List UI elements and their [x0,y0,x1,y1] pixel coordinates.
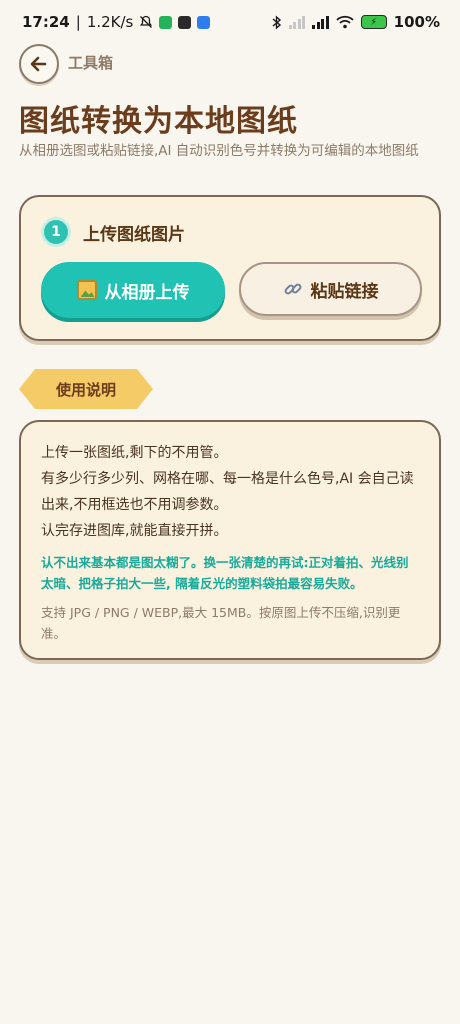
upload-card: 1 上传图纸图片 从相册上传 粘贴链接 [19,195,441,341]
paste-link-button[interactable]: 粘贴链接 [239,262,422,316]
step-label: 上传图纸图片 [83,224,185,245]
bluetooth-icon [272,14,281,30]
instructions-ribbon: 使用说明 [19,369,153,409]
back-button[interactable] [19,44,59,84]
instructions-tip: 认不出来基本都是图太糊了。换一张清楚的再试:正对着拍、光线别太暗、把格子拍大一些… [41,555,409,591]
battery-level: 100% [393,13,440,31]
instructions-card: 上传一张图纸,剩下的不用管。 有多少行多少列、网格在哪、每一格是什么色号,AI … [19,420,441,660]
back-arrow-icon [30,56,47,72]
upload-from-album-label: 从相册上传 [104,282,190,303]
network-speed: 1.2K/s [86,13,134,31]
breadcrumb[interactable]: 工具箱 [68,52,113,73]
status-left: 17:24 | 1.2K/s [22,13,211,31]
paste-link-label: 粘贴链接 [310,281,379,302]
status-bar: 17:24 | 1.2K/s ⚡ 100% [0,0,460,44]
wifi-icon [336,15,354,29]
instruction-line: 有多少行多少列、网格在哪、每一格是什么色号,AI 会自己读出来,不用框选也不用调… [41,471,414,513]
page-title: 图纸转换为本地图纸 [19,104,298,139]
link-icon [284,283,301,295]
mute-bell-icon [140,15,153,28]
status-right: ⚡ 100% [272,13,440,31]
instructions-note: 支持 JPG / PNG / WEBP,最大 15MB。按原图上传不压缩,识别更… [41,605,401,641]
signal-icon-sim2 [288,15,306,29]
signal-icon-sim1 [312,15,329,29]
instructions-main-text: 上传一张图纸,剩下的不用管。 有多少行多少列、网格在哪、每一格是什么色号,AI … [41,440,419,544]
app-notification-icon-green [159,15,173,29]
status-time: 17:24 [22,13,70,31]
step-number-badge: 1 [41,217,71,247]
instruction-line: 上传一张图纸,剩下的不用管。 [41,445,228,461]
upload-from-album-button[interactable]: 从相册上传 [41,262,225,318]
battery-icon: ⚡ [360,15,387,29]
page-subtitle: 从相册选图或粘贴链接,AI 自动识别色号并转换为可编辑的本地图纸 [19,143,419,159]
app-notification-icon-dark [178,15,192,29]
app-notification-icon-blue [197,15,211,29]
step-header: 1 上传图纸图片 [41,217,185,247]
instruction-line: 认完存进图库,就能直接开拼。 [41,523,228,539]
picture-icon [76,280,97,300]
status-separator: | [75,13,81,31]
